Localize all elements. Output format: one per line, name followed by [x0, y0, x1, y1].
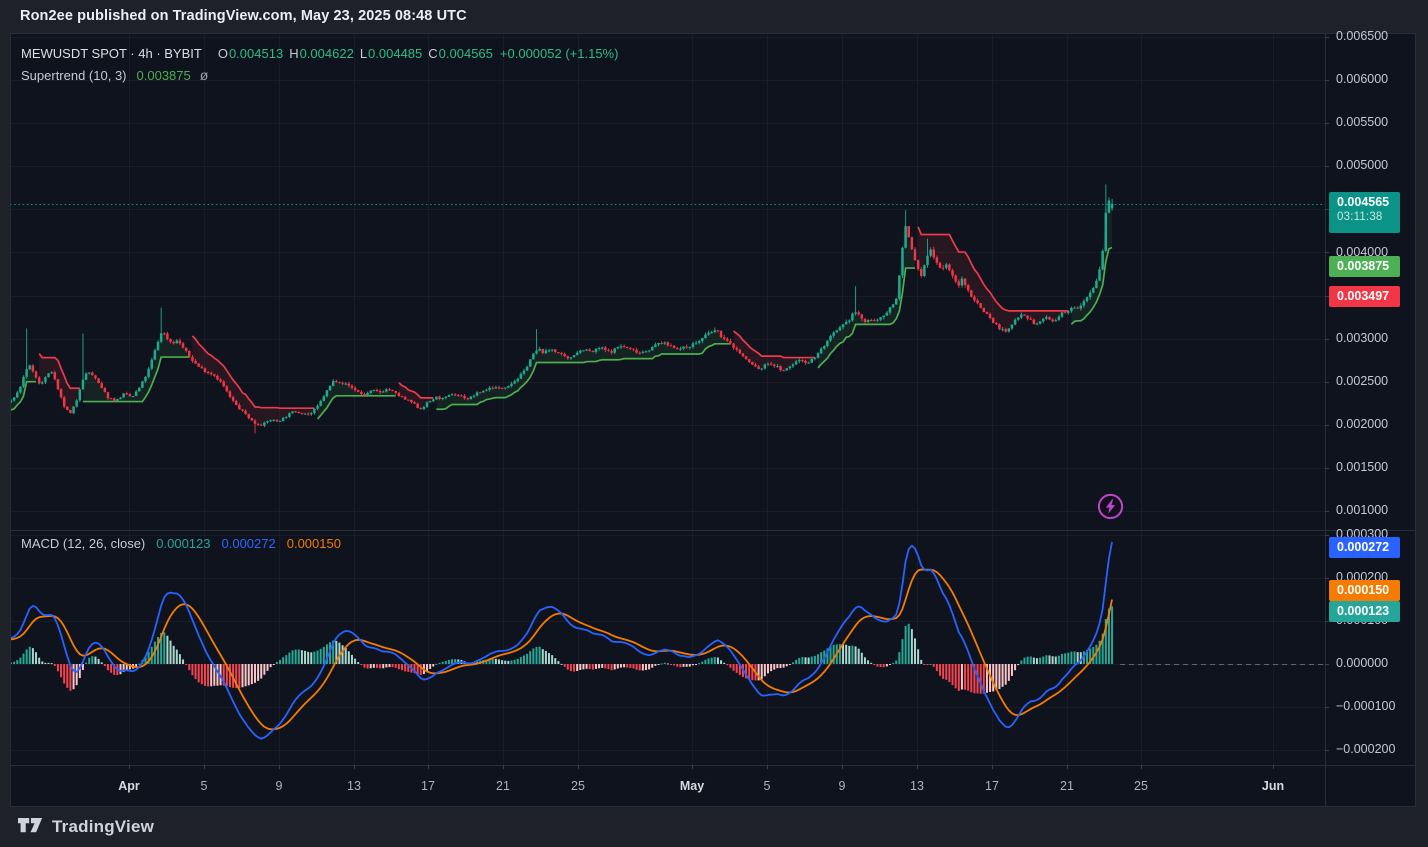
- open-value: 0.004513: [229, 46, 283, 61]
- chart-plot-area[interactable]: [0, 0, 1428, 847]
- macd-signal-value: 0.000150: [287, 536, 341, 551]
- tradingview-snapshot: Ron2ee published on TradingView.com, May…: [0, 0, 1428, 847]
- low-value: 0.004485: [368, 46, 422, 61]
- open-label: O: [218, 46, 228, 61]
- macd-title: MACD (12, 26, close): [21, 536, 145, 551]
- supertrend-value: 0.003875: [137, 68, 191, 83]
- close-label: C: [428, 46, 437, 61]
- lightning-button[interactable]: [1097, 493, 1124, 525]
- symbol-legend: MEWUSDT SPOT · 4h · BYBIT O 0.004513 H 0…: [21, 46, 618, 61]
- high-label: H: [289, 46, 298, 61]
- supertrend-legend: Supertrend (10, 3) 0.003875 ø: [21, 67, 208, 83]
- high-value: 0.004622: [300, 46, 354, 61]
- macd-line-value: 0.000272: [222, 536, 276, 551]
- change-value: +0.000052 (+1.15%): [500, 46, 619, 61]
- symbol-title: MEWUSDT SPOT · 4h · BYBIT: [21, 46, 202, 61]
- footer-bar: TradingView: [0, 807, 1428, 847]
- tradingview-logo[interactable]: [18, 818, 43, 837]
- published-text: Ron2ee published on TradingView.com, May…: [20, 8, 467, 24]
- close-value: 0.004565: [439, 46, 493, 61]
- macd-hist-value: 0.000123: [156, 536, 210, 551]
- low-label: L: [360, 46, 367, 61]
- macd-legend: MACD (12, 26, close) 0.000123 0.000272 0…: [21, 536, 341, 551]
- supertrend-title: Supertrend (10, 3): [21, 68, 127, 83]
- lightning-icon: [1097, 493, 1124, 520]
- supertrend-toggle-icon[interactable]: ø: [200, 67, 209, 83]
- published-header: Ron2ee published on TradingView.com, May…: [0, 0, 1428, 33]
- footer-brand-text: TradingView: [52, 817, 154, 837]
